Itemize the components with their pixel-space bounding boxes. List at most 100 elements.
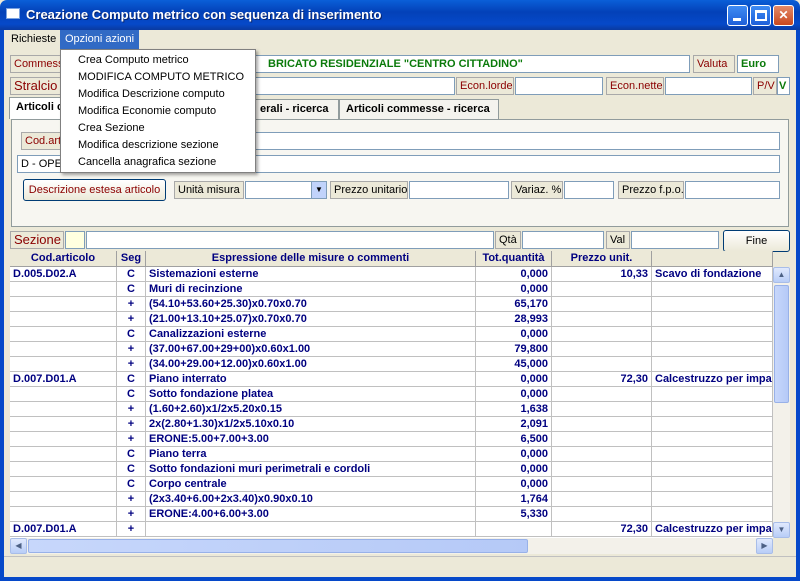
table-cell[interactable]: + <box>117 507 146 522</box>
table-cell[interactable]: D.005.D02.A <box>10 267 117 282</box>
table-cell[interactable]: + <box>117 417 146 432</box>
table-cell[interactable]: + <box>117 522 146 537</box>
table-cell[interactable]: C <box>117 387 146 402</box>
menu-item-modifica-descrizione-sezione[interactable]: Modifica descrizione sezione <box>61 137 255 154</box>
table-row[interactable]: + (2x3.40+6.00+2x3.40)x0.90x0.10 1,764 <box>10 492 773 507</box>
table-cell[interactable] <box>10 402 117 417</box>
table-cell[interactable]: 0,000 <box>476 462 552 477</box>
sezione-field[interactable] <box>86 231 494 249</box>
table-cell[interactable] <box>10 297 117 312</box>
table-cell[interactable]: 2,091 <box>476 417 552 432</box>
table-row[interactable]: + (54.10+53.60+25.30)x0.70x0.70 65,170 <box>10 297 773 312</box>
computo-grid[interactable]: Cod.articolo Seg Espressione delle misure … <box>10 251 773 538</box>
vertical-scrollbar[interactable]: ▲ ▼ <box>773 267 790 538</box>
table-cell[interactable] <box>552 432 652 447</box>
table-cell[interactable] <box>10 312 117 327</box>
table-cell[interactable] <box>552 447 652 462</box>
table-row[interactable]: C Sotto fondazione platea 0,000 <box>10 387 773 402</box>
chevron-down-icon[interactable]: ▼ <box>311 182 326 198</box>
table-cell[interactable] <box>652 417 773 432</box>
table-cell[interactable] <box>552 282 652 297</box>
table-cell[interactable]: 0,000 <box>476 447 552 462</box>
table-row[interactable]: C Sotto fondazioni muri perimetrali e cor… <box>10 462 773 477</box>
table-cell[interactable]: 1,764 <box>476 492 552 507</box>
table-cell[interactable] <box>552 492 652 507</box>
maximize-button[interactable] <box>750 5 771 26</box>
menu-item-modifica-computo[interactable]: MODIFICA COMPUTO METRICO <box>61 69 255 86</box>
table-cell[interactable] <box>552 417 652 432</box>
qta-field[interactable] <box>522 231 604 249</box>
table-cell[interactable] <box>652 312 773 327</box>
table-cell[interactable] <box>652 492 773 507</box>
menu-item-modifica-descrizione-computo[interactable]: Modifica Descrizione computo <box>61 86 255 103</box>
scroll-up-icon[interactable]: ▲ <box>773 267 790 283</box>
table-cell[interactable] <box>652 357 773 372</box>
table-cell[interactable]: Corpo centrale <box>146 477 476 492</box>
table-row[interactable]: + (37.00+67.00+29+00)x0.60x1.00 79,800 <box>10 342 773 357</box>
table-cell[interactable] <box>652 282 773 297</box>
table-cell[interactable]: C <box>117 372 146 387</box>
table-cell[interactable]: (2x3.40+6.00+2x3.40)x0.90x0.10 <box>146 492 476 507</box>
table-cell[interactable]: (1.60+2.60)x1/2x5.20x0.15 <box>146 402 476 417</box>
table-cell[interactable]: 72,30 <box>552 372 652 387</box>
table-cell[interactable]: 10,33 <box>552 267 652 282</box>
column-header[interactable]: Cod.articolo <box>10 251 117 267</box>
column-header[interactable]: Espressione delle misure o commenti <box>146 251 476 267</box>
table-cell[interactable] <box>652 402 773 417</box>
table-cell[interactable] <box>552 477 652 492</box>
table-cell[interactable]: Sotto fondazioni muri perimetrali e cord… <box>146 462 476 477</box>
pv-field[interactable]: V <box>777 77 790 95</box>
table-cell[interactable]: 0,000 <box>476 267 552 282</box>
table-cell[interactable] <box>552 312 652 327</box>
table-cell[interactable]: Piano terra <box>146 447 476 462</box>
table-cell[interactable]: Sotto fondazione platea <box>146 387 476 402</box>
table-cell[interactable] <box>552 342 652 357</box>
table-cell[interactable] <box>10 432 117 447</box>
table-cell[interactable] <box>10 357 117 372</box>
table-row[interactable]: C Piano terra 0,000 <box>10 447 773 462</box>
horizontal-scroll-thumb[interactable] <box>28 539 528 553</box>
table-cell[interactable] <box>10 342 117 357</box>
table-cell[interactable]: D.007.D01.A <box>10 372 117 387</box>
table-row[interactable]: C Muri di recinzione 0,000 <box>10 282 773 297</box>
table-cell[interactable]: ERONE:4.00+6.00+3.00 <box>146 507 476 522</box>
table-cell[interactable]: Scavo di fondazione <box>652 267 773 282</box>
table-cell[interactable]: + <box>117 312 146 327</box>
descrizione-estesa-button[interactable]: Descrizione estesa articolo <box>23 179 166 201</box>
column-header[interactable]: Seg <box>117 251 146 267</box>
table-cell[interactable] <box>552 357 652 372</box>
tab-generali-ricerca[interactable]: erali - ricerca <box>255 99 339 119</box>
table-cell[interactable]: Piano interrato <box>146 372 476 387</box>
table-cell[interactable]: 79,800 <box>476 342 552 357</box>
table-row[interactable]: C Corpo centrale 0,000 <box>10 477 773 492</box>
valuta-field[interactable]: Euro <box>737 55 779 73</box>
table-row[interactable]: D.007.D01.A C Piano interrato 0,000 72,30 Cal… <box>10 372 773 387</box>
scroll-down-icon[interactable]: ▼ <box>773 522 790 538</box>
table-row[interactable]: D.005.D02.A C Sistemazioni esterne 0,000 10,… <box>10 267 773 282</box>
table-cell[interactable]: (21.00+13.10+25.07)x0.70x0.70 <box>146 312 476 327</box>
unita-misura-select[interactable]: ▼ <box>245 181 327 199</box>
table-cell[interactable]: C <box>117 267 146 282</box>
fine-button[interactable]: Fine <box>723 230 790 252</box>
menu-item-cancella-sezione[interactable]: Cancella anagrafica sezione <box>61 154 255 171</box>
table-cell[interactable]: 28,993 <box>476 312 552 327</box>
table-cell[interactable] <box>10 462 117 477</box>
table-cell[interactable]: + <box>117 297 146 312</box>
table-cell[interactable]: C <box>117 282 146 297</box>
table-cell[interactable]: (37.00+67.00+29+00)x0.60x1.00 <box>146 342 476 357</box>
table-cell[interactable]: 1,638 <box>476 402 552 417</box>
scroll-right-icon[interactable]: ▶ <box>756 538 773 554</box>
table-cell[interactable] <box>652 432 773 447</box>
menu-richieste[interactable]: Richieste <box>6 30 61 49</box>
table-cell[interactable] <box>552 462 652 477</box>
table-cell[interactable]: C <box>117 327 146 342</box>
table-cell[interactable]: 0,000 <box>476 282 552 297</box>
table-cell[interactable]: + <box>117 432 146 447</box>
table-cell[interactable] <box>10 507 117 522</box>
table-cell[interactable] <box>552 402 652 417</box>
table-row[interactable]: +2x(2.80+1.30)x1/2x5.10x0.10 2,091 <box>10 417 773 432</box>
table-cell[interactable] <box>652 342 773 357</box>
table-cell[interactable]: 5,330 <box>476 507 552 522</box>
table-row[interactable]: + (21.00+13.10+25.07)x0.70x0.70 28,993 <box>10 312 773 327</box>
menu-item-crea-sezione[interactable]: Crea Sezione <box>61 120 255 137</box>
